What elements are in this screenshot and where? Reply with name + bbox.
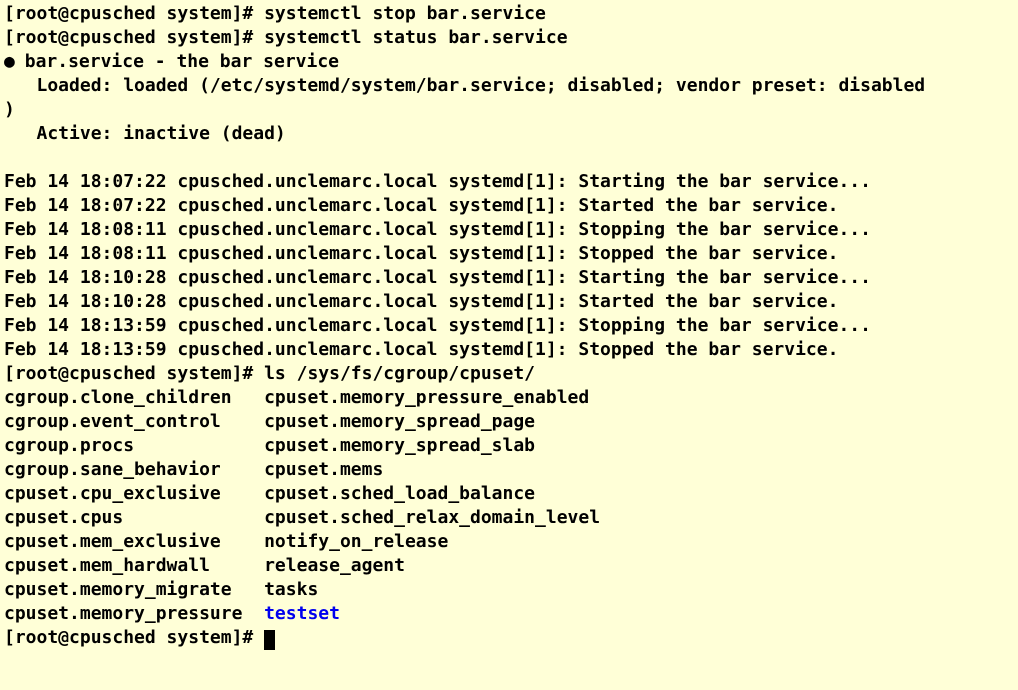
status-loaded-line: Loaded: loaded (/etc/systemd/system/bar.…: [4, 74, 1014, 98]
ls-file: cgroup.procs: [4, 435, 264, 456]
ls-row: cpuset.mem_hardwall release_agent: [4, 554, 1014, 578]
log-line: Feb 14 18:07:22 cpusched.unclemarc.local…: [4, 194, 1014, 218]
ls-file: cpuset.cpus: [4, 507, 264, 528]
shell-prompt: [root@cpusched system]#: [4, 27, 264, 48]
status-header-line: ● bar.service - the bar service: [4, 50, 1014, 74]
ls-file: cpuset.mem_exclusive: [4, 531, 264, 552]
ls-row: cgroup.procs cpuset.memory_spread_slab: [4, 434, 1014, 458]
blank-line: [4, 146, 1014, 170]
command-text: systemctl status bar.service: [264, 27, 567, 48]
ls-file: cgroup.event_control: [4, 411, 264, 432]
ls-file: cpuset.sched_load_balance: [264, 483, 535, 504]
log-line: Feb 14 18:10:28 cpusched.unclemarc.local…: [4, 266, 1014, 290]
ls-row: cpuset.cpu_exclusive cpuset.sched_load_b…: [4, 482, 1014, 506]
prompt-line: [root@cpusched system]#: [4, 626, 1014, 650]
status-loaded-wrap: ): [4, 98, 1014, 122]
log-line: Feb 14 18:07:22 cpusched.unclemarc.local…: [4, 170, 1014, 194]
ls-row: cpuset.mem_exclusive notify_on_release: [4, 530, 1014, 554]
shell-prompt: [root@cpusched system]#: [4, 627, 264, 648]
ls-file: cpuset.memory_pressure_enabled: [264, 387, 589, 408]
ls-file: cgroup.clone_children: [4, 387, 264, 408]
log-line: Feb 14 18:10:28 cpusched.unclemarc.local…: [4, 290, 1014, 314]
ls-file: tasks: [264, 579, 318, 600]
ls-file: cpuset.memory_spread_page: [264, 411, 535, 432]
ls-file: cpuset.memory_spread_slab: [264, 435, 535, 456]
log-line: Feb 14 18:13:59 cpusched.unclemarc.local…: [4, 314, 1014, 338]
log-line: Feb 14 18:13:59 cpusched.unclemarc.local…: [4, 338, 1014, 362]
ls-file: cpuset.memory_pressure: [4, 603, 264, 624]
log-line: Feb 14 18:08:11 cpusched.unclemarc.local…: [4, 218, 1014, 242]
terminal-output[interactable]: [root@cpusched system]# systemctl stop b…: [0, 0, 1018, 652]
ls-row: cgroup.sane_behavior cpuset.mems: [4, 458, 1014, 482]
ls-row: cgroup.event_control cpuset.memory_sprea…: [4, 410, 1014, 434]
status-active-line: Active: inactive (dead): [4, 122, 1014, 146]
log-line: Feb 14 18:08:11 cpusched.unclemarc.local…: [4, 242, 1014, 266]
command-text: systemctl stop bar.service: [264, 3, 546, 24]
ls-file: release_agent: [264, 555, 405, 576]
cmd-line: [root@cpusched system]# systemctl stop b…: [4, 2, 1014, 26]
ls-row: cpuset.memory_migrate tasks: [4, 578, 1014, 602]
ls-file: cpuset.sched_relax_domain_level: [264, 507, 600, 528]
shell-prompt: [root@cpusched system]#: [4, 3, 264, 24]
cmd-line: [root@cpusched system]# systemctl status…: [4, 26, 1014, 50]
ls-row: cpuset.cpus cpuset.sched_relax_domain_le…: [4, 506, 1014, 530]
ls-file: notify_on_release: [264, 531, 448, 552]
ls-file: cpuset.memory_migrate: [4, 579, 264, 600]
ls-file: cpuset.cpu_exclusive: [4, 483, 264, 504]
ls-row: cgroup.clone_children cpuset.memory_pres…: [4, 386, 1014, 410]
status-header: bar.service - the bar service: [14, 51, 339, 72]
ls-file: cgroup.sane_behavior: [4, 459, 264, 480]
shell-prompt: [root@cpusched system]#: [4, 363, 264, 384]
command-text: ls /sys/fs/cgroup/cpuset/: [264, 363, 535, 384]
ls-directory: testset: [264, 603, 340, 624]
terminal-cursor[interactable]: [264, 630, 275, 650]
ls-file: cpuset.mems: [264, 459, 383, 480]
cmd-line: [root@cpusched system]# ls /sys/fs/cgrou…: [4, 362, 1014, 386]
ls-row: cpuset.memory_pressure testset: [4, 602, 1014, 626]
bullet-icon: ●: [4, 50, 14, 74]
ls-file: cpuset.mem_hardwall: [4, 555, 264, 576]
